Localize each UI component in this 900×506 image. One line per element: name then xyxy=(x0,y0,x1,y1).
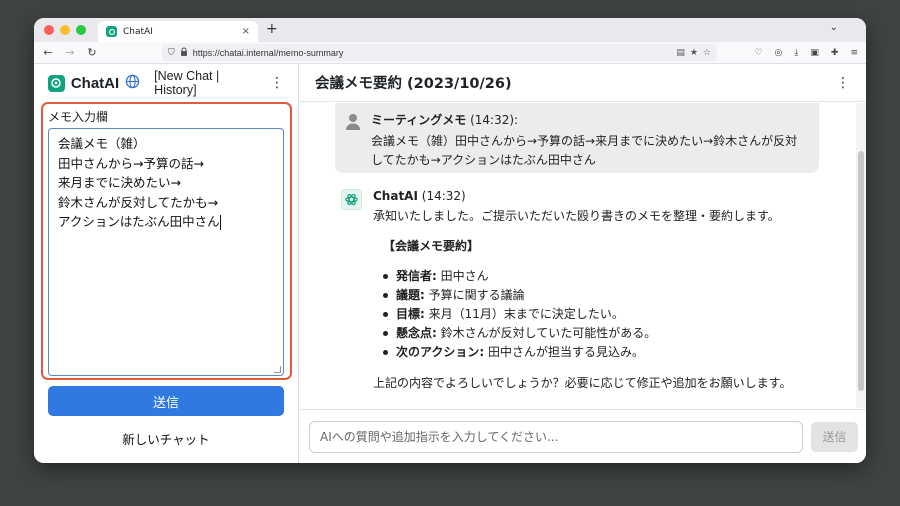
memo-input-label: メモ入力欄 xyxy=(48,110,109,124)
summary-item-text: 田中さん xyxy=(436,269,489,283)
pocket-icon[interactable]: ♡ xyxy=(754,48,762,58)
user-message: ミーティングメモ (14:32): 会議メモ（雑）田中さんから→予算の話→来月ま… xyxy=(335,103,819,173)
summary-item-text: 来月（11月）末までに決定したい。 xyxy=(424,307,624,321)
memo-line: 田中さんから→予算の話→ xyxy=(58,155,204,171)
lock-icon[interactable] xyxy=(180,47,188,59)
screenshot-icon[interactable]: ▣ xyxy=(810,48,819,58)
left-header: ChatAI [New Chat | History] ⋮ xyxy=(34,64,298,102)
memo-input-section: メモ入力欄 会議メモ（雑） 田中さんから→予算の話→ 来月までに決めたい→ 鈴木… xyxy=(41,102,292,380)
memo-send-button[interactable]: 送信 xyxy=(48,386,284,416)
new-chat-button[interactable]: 新しいチャット xyxy=(48,425,284,451)
browser-titlebar: ChatAI × + ⌄ xyxy=(34,18,866,42)
textarea-resize-handle[interactable] xyxy=(274,366,281,373)
summary-heading: 【会議メモ要約】 xyxy=(383,239,480,253)
message-scrollbar[interactable] xyxy=(856,103,866,408)
browser-toolbar: ← → ↻ ⛉ https://chatai.internal/memo-sum… xyxy=(34,42,866,64)
chat-input-row: 送信 xyxy=(299,409,866,463)
chat-send-button[interactable]: 送信 xyxy=(811,421,858,452)
browser-window: ChatAI × + ⌄ ← → ↻ ⛉ https://chatai.inte… xyxy=(34,18,866,463)
summary-item: 発信者: 田中さん xyxy=(383,267,821,286)
ai-message-time: (14:32) xyxy=(421,189,466,203)
forward-arrow-icon[interactable]: → xyxy=(64,46,76,59)
memo-line: 会議メモ（雑） xyxy=(58,136,146,151)
user-message-time: (14:32): xyxy=(470,113,519,127)
memo-line: 鈴木さんが反対してたかも→ xyxy=(58,194,219,210)
reader-view-icon[interactable]: ▤ xyxy=(676,48,685,58)
minimize-window-button[interactable] xyxy=(60,25,70,35)
menu-icon[interactable]: ≡ xyxy=(850,48,858,58)
summary-item: 懸念点: 鈴木さんが反対していた可能性がある。 xyxy=(383,324,821,343)
chat-kebab-menu-icon[interactable]: ⋮ xyxy=(836,75,850,91)
close-window-button[interactable] xyxy=(44,25,54,35)
url-text[interactable]: https://chatai.internal/memo-summary xyxy=(193,48,672,58)
sidebar-kebab-menu-icon[interactable]: ⋮ xyxy=(270,75,284,91)
bookmark-outline-icon[interactable]: ☆ xyxy=(703,48,711,58)
message-list[interactable]: ミーティングメモ (14:32): 会議メモ（雑）田中さんから→予算の話→来月ま… xyxy=(299,103,856,408)
ai-message-content: ChatAI (14:32) 承知いたしました。ご提示いただいた殴り書きのメモを… xyxy=(373,189,821,393)
bookmark-star-icon[interactable]: ★ xyxy=(690,48,698,58)
chatai-avatar-icon xyxy=(341,189,362,210)
ai-intro-text: 承知いたしました。ご提示いただいた殴り書きのメモを整理・要約します。 xyxy=(373,209,780,223)
chat-title: 会議メモ要約 (2023/10/26) xyxy=(315,76,512,92)
app-body: ChatAI [New Chat | History] ⋮ メモ入力欄 会議メモ… xyxy=(34,64,866,463)
tab-close-icon[interactable]: × xyxy=(242,26,250,37)
summary-item-text: 予算に関する議論 xyxy=(424,288,525,302)
memo-textarea[interactable]: 会議メモ（雑） 田中さんから→予算の話→ 来月までに決めたい→ 鈴木さんが反対し… xyxy=(48,128,284,376)
summary-list: 発信者: 田中さん 議題: 予算に関する議論 目標: 来月（11月）末までに決定… xyxy=(383,267,821,362)
ai-message: ChatAI (14:32) 承知いたしました。ご提示いただいた殴り書きのメモを… xyxy=(341,189,821,393)
summary-item-label: 議題: xyxy=(396,288,425,302)
summary-item-label: 発信者: xyxy=(396,269,437,283)
summary-item: 目標: 来月（11月）末までに決定したい。 xyxy=(383,305,821,324)
maximize-window-button[interactable] xyxy=(76,25,86,35)
window-controls xyxy=(44,25,86,35)
toolbar-icons: ♡ ◎ ⤓ ▣ ✚ ≡ xyxy=(754,48,858,58)
summary-item-label: 懸念点: xyxy=(396,326,437,340)
memo-line-last: アクションはたぶん田中さん xyxy=(58,212,274,232)
summary-item-label: 目標: xyxy=(396,307,425,321)
new-tab-button[interactable]: + xyxy=(266,21,278,37)
chatai-favicon-icon xyxy=(106,26,117,37)
chat-panel: 会議メモ要約 (2023/10/26) ⋮ ミーティングメモ (14:32): … xyxy=(299,64,866,463)
extensions-icon[interactable]: ✚ xyxy=(831,48,839,58)
globe-icon[interactable] xyxy=(125,74,140,93)
scrollbar-thumb[interactable] xyxy=(858,151,864,391)
summary-item-text: 鈴木さんが反対していた可能性がある。 xyxy=(436,326,657,340)
chat-input[interactable] xyxy=(309,420,803,453)
tab-list-chevron-icon[interactable]: ⌄ xyxy=(830,22,838,33)
memo-line: 来月までに決めたい→ xyxy=(58,175,181,190)
chat-header: 会議メモ要約 (2023/10/26) ⋮ xyxy=(299,64,866,102)
user-message-header: ミーティングメモ (14:32): xyxy=(371,111,809,128)
address-bar[interactable]: ⛉ https://chatai.internal/memo-summary ▤… xyxy=(162,44,717,61)
brand-name: ChatAI xyxy=(70,74,120,92)
user-avatar-icon xyxy=(345,113,361,131)
text-caret xyxy=(219,215,221,230)
download-icon[interactable]: ⤓ xyxy=(794,48,798,58)
new-chat-history-links[interactable]: [New Chat | History] xyxy=(154,69,264,97)
back-arrow-icon[interactable]: ← xyxy=(42,46,54,59)
memo-line-text: アクションはたぶん田中さん xyxy=(58,214,220,229)
ai-message-name: ChatAI xyxy=(373,189,418,203)
left-panel: ChatAI [New Chat | History] ⋮ メモ入力欄 会議メモ… xyxy=(34,64,299,463)
tab-title: ChatAI xyxy=(123,26,153,37)
chatai-logo-icon xyxy=(48,74,65,92)
summary-item: 次のアクション: 田中さんが担当する見込み。 xyxy=(383,343,821,362)
summary-item-text: 田中さんが担当する見込み。 xyxy=(484,345,645,359)
ai-message-header: ChatAI (14:32) xyxy=(373,189,821,203)
ai-closing-text: 上記の内容でよろしいでしょうか？必要に応じて修正や追加をお願いします。 xyxy=(373,376,792,390)
shield-icon[interactable]: ⛉ xyxy=(168,48,175,58)
summary-item-label: 次のアクション: xyxy=(396,345,485,359)
user-message-text: 会議メモ（雑）田中さんから→予算の話→来月までに決めたい→鈴木さんが反対してたか… xyxy=(371,134,798,167)
account-icon[interactable]: ◎ xyxy=(775,48,783,58)
reload-icon[interactable]: ↻ xyxy=(86,46,98,59)
user-message-name: ミーティングメモ xyxy=(371,113,467,127)
browser-tab[interactable]: ChatAI × xyxy=(98,21,258,42)
summary-item: 議題: 予算に関する議論 xyxy=(383,286,821,305)
